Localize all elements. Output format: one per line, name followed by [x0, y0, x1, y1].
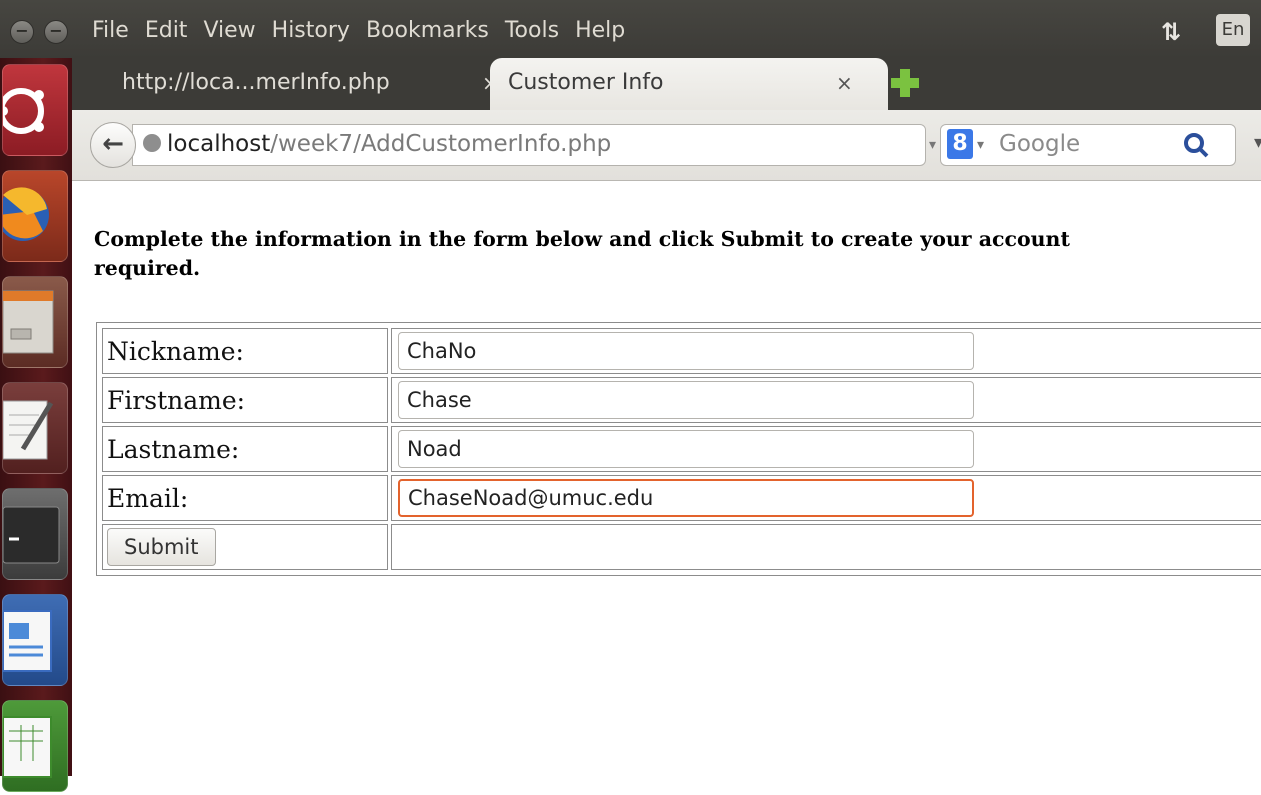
globe-icon [143, 134, 161, 152]
url-bar[interactable]: localhost/week7/AddCustomerInfo.php ▾ ↻ [132, 124, 979, 166]
minus-circle-icon: − [15, 21, 29, 40]
menu-items: File Edit View History Bookmarks Tools H… [92, 16, 625, 46]
firstname-label: Firstname: [102, 377, 388, 423]
search-placeholder: Google [999, 131, 1081, 157]
empty-cell [391, 524, 1261, 570]
search-bar[interactable]: 8 ▾ Google [940, 124, 1236, 166]
form-instructions: Complete the information in the form bel… [94, 225, 1261, 283]
tab-title: http://loca...merInfo.php [122, 70, 390, 95]
back-arrow-icon: ← [102, 129, 124, 159]
spreadsheet-launcher[interactable] [2, 700, 68, 792]
network-arrows-icon[interactable]: ⇅ [1161, 18, 1181, 46]
ubuntu-dash-button[interactable] [0, 64, 68, 156]
url-text: localhost/week7/AddCustomerInfo.php [167, 129, 611, 159]
tab-title: Customer Info [508, 70, 664, 95]
spreadsheet-icon [2, 716, 52, 778]
text-editor-launcher[interactable] [2, 382, 68, 474]
lastname-input[interactable] [398, 430, 974, 468]
table-row: Lastname: [102, 426, 1261, 472]
instructions-line-2: required. [94, 256, 201, 280]
table-row: Email: [102, 475, 1261, 521]
menu-bookmarks[interactable]: Bookmarks [366, 16, 489, 46]
customer-form-table: Nickname: Firstname: Lastname: Email: Su… [96, 322, 1261, 576]
instructions-line-1: Complete the information in the form bel… [94, 227, 1070, 251]
tab-inactive[interactable]: http://loca...merInfo.php × [102, 58, 499, 110]
nickname-label: Nickname: [102, 328, 388, 374]
google-engine-icon[interactable]: 8 [947, 129, 973, 159]
keyboard-language-indicator[interactable]: En [1216, 14, 1250, 46]
navigation-toolbar: localhost/week7/AddCustomerInfo.php ▾ ↻ … [72, 110, 1261, 181]
back-button[interactable]: ← [90, 122, 136, 168]
search-button[interactable] [1177, 129, 1217, 161]
email-label: Email: [102, 475, 388, 521]
writer-launcher[interactable] [2, 594, 68, 686]
nickname-cell [391, 328, 1261, 374]
tab-strip: http://loca...merInfo.php × Customer Inf… [72, 58, 1261, 110]
firefox-launcher[interactable] [0, 170, 68, 262]
ubuntu-logo-icon [0, 88, 44, 134]
tab-active[interactable]: Customer Info × [490, 58, 888, 110]
window-close-button[interactable]: − [10, 20, 34, 44]
files-launcher[interactable] [2, 276, 68, 368]
firstname-cell [391, 377, 1261, 423]
page-content: Complete the information in the form bel… [72, 181, 1261, 776]
plus-icon [891, 69, 919, 97]
global-menu-bar: − − File Edit View History Bookmarks Too… [0, 0, 1261, 58]
menu-history[interactable]: History [272, 16, 350, 46]
terminal-launcher[interactable] [2, 488, 68, 580]
dropdown-arrow-icon[interactable]: ▾ [929, 135, 936, 155]
table-row: Nickname: [102, 328, 1261, 374]
url-host: localhost [167, 131, 271, 157]
menu-tools[interactable]: Tools [505, 16, 559, 46]
url-path: /week7/AddCustomerInfo.php [270, 131, 612, 157]
magnifier-icon [1184, 133, 1209, 158]
menu-file[interactable]: File [92, 16, 129, 46]
lastname-label: Lastname: [102, 426, 388, 472]
menu-edit[interactable]: Edit [145, 16, 188, 46]
nickname-input[interactable] [398, 332, 974, 370]
new-tab-button[interactable] [888, 66, 922, 100]
dropdown-arrow-icon[interactable]: ▾ [977, 135, 984, 155]
firstname-input[interactable] [398, 381, 974, 419]
email-input[interactable] [398, 479, 974, 517]
table-row: Firstname: [102, 377, 1261, 423]
text-editor-icon [2, 400, 54, 460]
table-row: Submit [102, 524, 1261, 570]
firefox-icon [0, 187, 49, 241]
file-cabinet-icon [2, 290, 54, 354]
close-icon[interactable]: × [836, 68, 853, 98]
app-launcher [0, 58, 72, 792]
menu-view[interactable]: View [203, 16, 255, 46]
terminal-icon [2, 506, 60, 564]
email-cell [391, 475, 1261, 521]
toolbar-overflow-icon[interactable]: ▾ [1254, 132, 1261, 153]
lastname-cell [391, 426, 1261, 472]
menu-help[interactable]: Help [575, 16, 625, 46]
document-writer-icon [2, 610, 52, 672]
minus-icon: − [49, 21, 63, 40]
window-minimize-button[interactable]: − [44, 20, 68, 44]
submit-button[interactable]: Submit [107, 528, 216, 566]
submit-cell: Submit [102, 524, 388, 570]
